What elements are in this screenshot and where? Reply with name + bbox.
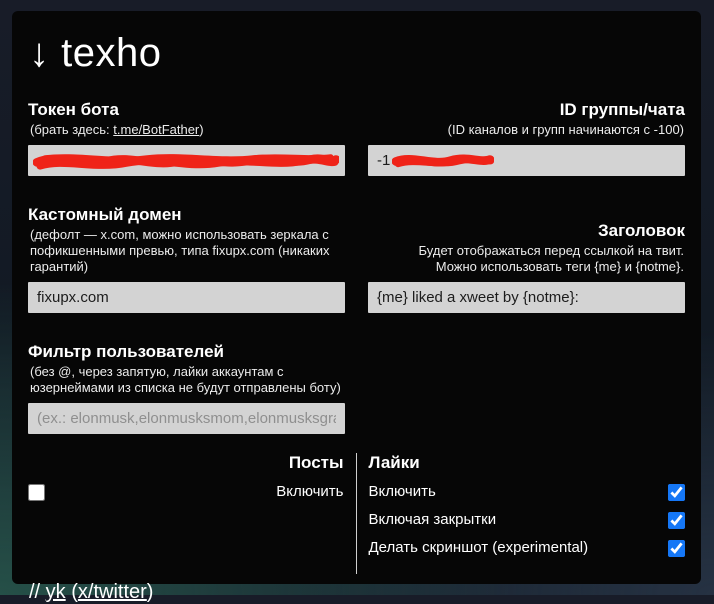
likes-closed-accounts-checkbox[interactable] — [668, 512, 685, 529]
token-hint-suffix: ) — [199, 122, 203, 137]
toggles-section: Посты Включить Лайки Включить Включая за… — [28, 453, 685, 574]
user-filter-field: Фильтр пользователей (без @, через запят… — [28, 342, 345, 434]
likes-heading: Лайки — [369, 453, 686, 473]
user-filter-input[interactable] — [28, 403, 345, 434]
likes-screenshot-label: Делать скриншот (experimental) — [369, 539, 589, 557]
page-title: ↓ texho — [29, 31, 685, 75]
domain-field: Кастомный домен (дефолт — x.com, можно и… — [28, 205, 345, 313]
likes-screenshot-checkbox[interactable] — [668, 540, 685, 557]
form-row-3: Фильтр пользователей (без @, через запят… — [28, 342, 685, 434]
redaction-scribble — [33, 149, 339, 172]
header-template-input[interactable] — [368, 282, 685, 313]
botfather-link[interactable]: t.me/BotFather — [113, 122, 199, 137]
posts-section: Посты Включить — [28, 453, 357, 574]
posts-enable-label: Включить — [276, 483, 343, 501]
footer-credit: // yk (x/twitter) — [29, 581, 685, 604]
domain-hint: (дефолт — x.com, можно использовать зерк… — [28, 227, 345, 275]
likes-closed-accounts-label: Включая закрытки — [369, 511, 497, 529]
likes-screenshot-row: Делать скриншот (experimental) — [369, 539, 686, 557]
author-link[interactable]: yk — [46, 581, 66, 603]
token-label: Токен бота — [28, 100, 345, 120]
token-hint-prefix: (брать здесь: — [30, 122, 113, 137]
domain-hint-line: (дефолт — x.com, можно использовать зерк… — [30, 227, 345, 243]
chat-id-visible-value: -1 — [377, 152, 390, 169]
domain-label: Кастомный домен — [28, 205, 345, 225]
posts-enable-row: Включить — [28, 483, 344, 501]
filter-hint-line: (без @, через запятую, лайки аккаунтам с — [30, 364, 345, 380]
app-title-text: texho — [61, 31, 161, 75]
token-field: Токен бота (брать здесь: t.me/BotFather) — [28, 100, 345, 176]
likes-closed-accounts-row: Включая закрытки — [369, 511, 686, 529]
domain-hint-line: пофикшенными превью, типа fixupx.com (ни… — [30, 243, 345, 259]
header-hint-line: Будет отображаться перед ссылкой на твит… — [368, 243, 684, 259]
chat-id-hint: (ID каналов и групп начинаются с -100) — [368, 122, 685, 138]
chat-id-input[interactable]: -1 — [368, 145, 685, 176]
domain-input[interactable] — [28, 282, 345, 313]
token-hint: (брать здесь: t.me/BotFather) — [28, 122, 345, 138]
header-template-label: Заголовок — [368, 221, 685, 241]
footer-suffix: ) — [147, 581, 154, 603]
header-template-field: Заголовок Будет отображаться перед ссылк… — [368, 221, 685, 313]
user-filter-hint: (без @, через запятую, лайки аккаунтам с… — [28, 364, 345, 396]
token-input[interactable] — [28, 145, 345, 176]
likes-section: Лайки Включить Включая закрытки Делать с… — [357, 453, 686, 574]
header-template-hint: Будет отображаться перед ссылкой на твит… — [368, 243, 685, 275]
footer-mid: ( — [66, 581, 78, 603]
chat-id-label: ID группы/чата — [368, 100, 685, 120]
posts-heading: Посты — [28, 453, 344, 473]
user-filter-label: Фильтр пользователей — [28, 342, 345, 362]
header-hint-line: Можно использовать теги {me} и {notme}. — [368, 259, 684, 275]
posts-enable-checkbox[interactable] — [28, 484, 45, 501]
footer-prefix: // — [29, 581, 46, 603]
redaction-scribble — [392, 149, 494, 172]
filter-hint-line: юзернеймами из списка не будут отправлен… — [30, 380, 345, 396]
domain-hint-line: гарантий) — [30, 259, 345, 275]
likes-enable-label: Включить — [369, 483, 436, 501]
form-row-1: Токен бота (брать здесь: t.me/BotFather)… — [28, 100, 685, 176]
settings-panel: ↓ texho Токен бота (брать здесь: t.me/Bo… — [12, 11, 701, 584]
likes-enable-row: Включить — [369, 483, 686, 501]
social-link[interactable]: x/twitter — [78, 581, 147, 603]
down-arrow-icon: ↓ — [29, 31, 50, 75]
chat-id-field: ID группы/чата (ID каналов и групп начин… — [368, 100, 685, 176]
form-row-2: Кастомный домен (дефолт — x.com, можно и… — [28, 205, 685, 313]
likes-enable-checkbox[interactable] — [668, 484, 685, 501]
